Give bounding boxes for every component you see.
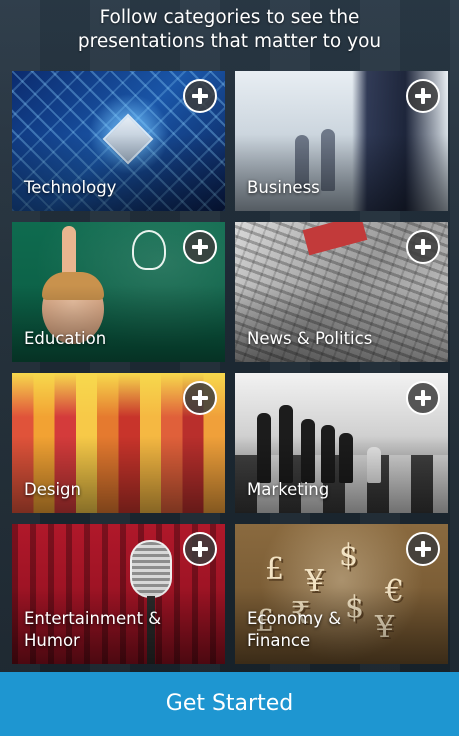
category-tile-business[interactable]: Business <box>235 71 448 211</box>
plus-circle-icon[interactable] <box>183 230 217 264</box>
category-label: Technology <box>24 178 117 197</box>
category-tile-economy-finance[interactable]: £ ¥ $ € ₹ $ ¥ £ Economy & Finance <box>235 524 448 664</box>
category-tile-news-politics[interactable]: News & Politics <box>235 222 448 362</box>
category-label: News & Politics <box>247 329 373 348</box>
category-label: Education <box>24 329 107 348</box>
category-label: Economy & Finance <box>247 609 342 650</box>
category-tile-entertainment-humor[interactable]: Entertainment & Humor <box>12 524 225 664</box>
plus-circle-icon[interactable] <box>406 381 440 415</box>
plus-circle-icon[interactable] <box>406 532 440 566</box>
plus-circle-icon[interactable] <box>183 532 217 566</box>
category-tile-marketing[interactable]: Marketing <box>235 373 448 513</box>
category-tile-education[interactable]: Education <box>12 222 225 362</box>
category-grid: Technology Business Education News & Pol… <box>0 0 459 672</box>
category-label: Marketing <box>247 480 330 499</box>
plus-circle-icon[interactable] <box>406 79 440 113</box>
category-label: Entertainment & Humor <box>24 609 162 650</box>
category-tile-design[interactable]: Design <box>12 373 225 513</box>
category-tile-technology[interactable]: Technology <box>12 71 225 211</box>
plus-circle-icon[interactable] <box>406 230 440 264</box>
category-label: Business <box>247 178 320 197</box>
plus-circle-icon[interactable] <box>183 79 217 113</box>
get-started-button[interactable]: Get Started <box>0 672 459 736</box>
category-label: Design <box>24 480 81 499</box>
plus-circle-icon[interactable] <box>183 381 217 415</box>
